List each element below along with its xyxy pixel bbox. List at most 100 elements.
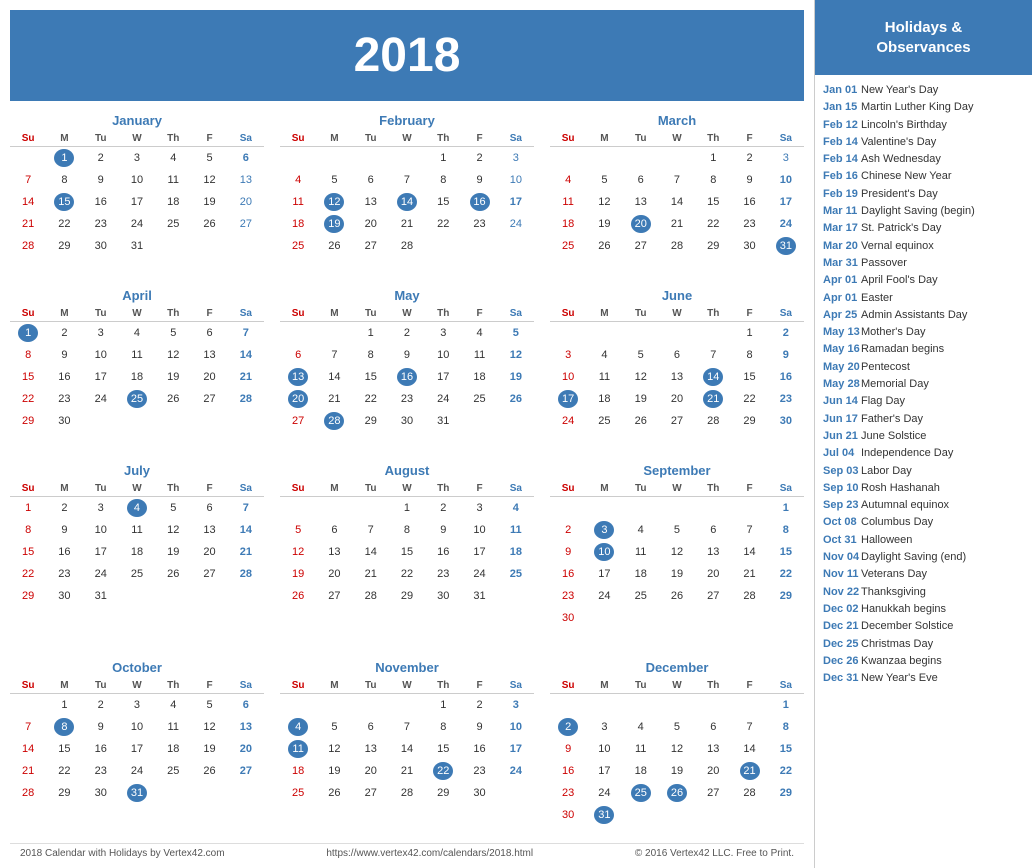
calendar-day [731,607,767,629]
month-table: SuMTuWThFSa12345678910111213141516171819… [280,131,534,257]
calendar-day: 19 [659,760,695,782]
holiday-item: Dec 31New Year's Eve [823,671,1024,685]
calendar-day: 1 [425,147,461,170]
month-table: SuMTuWThFSa12345678910111213141516171819… [550,481,804,629]
calendar-day: 15 [731,366,767,388]
holiday-date: Oct 31 [823,533,861,547]
calendar-day [659,694,695,717]
calendar-day: 27 [228,213,264,235]
calendar-day: 26 [155,388,191,410]
month-block-june: JuneSuMTuWThFSa1234567891011121314151617… [550,288,804,449]
calendar-day: 4 [623,716,659,738]
calendar-day: 12 [191,169,227,191]
holiday-item: Apr 01April Fool's Day [823,273,1024,287]
holiday-date: Dec 26 [823,654,861,668]
calendar-day: 1 [425,694,461,717]
calendar-day: 22 [10,563,46,585]
calendar-day: 28 [10,235,46,257]
holiday-date: Nov 22 [823,585,861,599]
calendar-day: 1 [353,322,389,345]
calendar-day: 6 [280,344,316,366]
holiday-date: Feb 12 [823,118,861,132]
holiday-name: Autumnal equinox [861,498,949,512]
calendar-day: 12 [659,738,695,760]
calendar-day: 27 [695,782,731,804]
calendar-day [353,694,389,717]
holiday-name: Columbus Day [861,515,933,529]
calendar-day: 13 [353,738,389,760]
calendar-day: 15 [768,738,804,760]
calendar-day: 15 [425,191,461,213]
calendar-day: 2 [83,694,119,717]
calendar-day [498,410,534,432]
calendar-day: 24 [498,213,534,235]
calendar-day: 23 [389,388,425,410]
calendar-day: 26 [155,563,191,585]
calendar-day: 13 [316,541,352,563]
calendar-day: 21 [695,388,731,410]
calendar-day [550,147,586,170]
calendar-day: 12 [659,541,695,563]
calendar-day: 5 [498,322,534,345]
holiday-name: Thanksgiving [861,585,926,599]
holiday-date: Apr 01 [823,291,861,305]
month-table: SuMTuWThFSa12345678910111213141516171819… [10,131,264,257]
calendar-day: 14 [389,191,425,213]
calendar-day: 25 [586,410,622,432]
calendar-day [498,782,534,804]
holiday-date: May 20 [823,360,861,374]
calendar-day [550,497,586,520]
calendar-day: 8 [46,716,82,738]
calendar-day: 21 [389,760,425,782]
holiday-name: Valentine's Day [861,135,936,149]
calendar-day [768,804,804,826]
calendar-day: 7 [228,497,264,520]
calendar-day: 22 [46,760,82,782]
calendar-day: 2 [461,147,497,170]
month-table: SuMTuWThFSa12345678910111213141516171819… [280,678,534,804]
calendar-day: 16 [83,738,119,760]
month-table: SuMTuWThFSa12345678910111213141516171819… [550,306,804,432]
calendar-day: 14 [389,738,425,760]
calendar-day: 22 [46,213,82,235]
calendar-day: 31 [83,585,119,607]
calendar-day: 20 [695,760,731,782]
holiday-date: Dec 31 [823,671,861,685]
calendar-day [119,410,155,432]
month-table: SuMTuWThFSa12345678910111213141516171819… [280,481,534,607]
calendar-day: 17 [119,191,155,213]
holiday-date: May 28 [823,377,861,391]
calendar-day: 9 [731,169,767,191]
calendar-day: 26 [659,585,695,607]
holiday-name: April Fool's Day [861,273,938,287]
calendar-day: 6 [191,497,227,520]
calendar-day: 3 [119,147,155,170]
month-name: October [10,660,264,675]
calendar-day [389,694,425,717]
calendar-day: 26 [498,388,534,410]
holiday-date: Jan 15 [823,100,861,114]
calendar-day [731,694,767,717]
calendar-day: 8 [10,519,46,541]
calendar-day: 2 [461,694,497,717]
holiday-item: May 16Ramadan begins [823,342,1024,356]
calendar-day: 17 [83,366,119,388]
calendar-day: 3 [586,519,622,541]
holiday-item: Mar 11Daylight Saving (begin) [823,204,1024,218]
calendar-day: 7 [10,716,46,738]
calendar-day: 26 [191,760,227,782]
holiday-name: Halloween [861,533,912,547]
calendar-day: 20 [353,213,389,235]
calendar-day: 10 [498,169,534,191]
calendar-day [280,147,316,170]
holiday-date: Feb 19 [823,187,861,201]
calendar-day: 20 [695,563,731,585]
calendar-day [155,782,191,804]
calendar-day: 6 [695,519,731,541]
calendar-day: 10 [461,519,497,541]
calendar-day [623,607,659,629]
calendar-day [731,497,767,520]
calendar-day: 22 [731,388,767,410]
calendar-day [280,322,316,345]
holiday-item: Jul 04Independence Day [823,446,1024,460]
